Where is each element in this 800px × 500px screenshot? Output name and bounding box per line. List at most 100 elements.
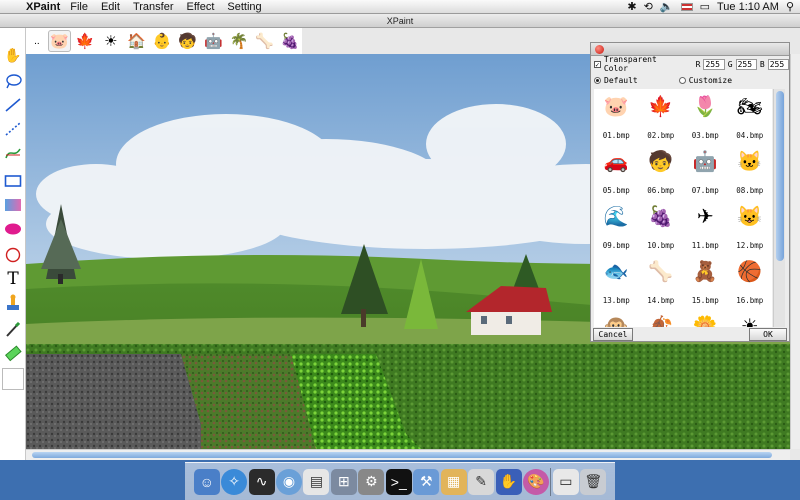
default-label: Default — [604, 75, 638, 85]
stamp-thumbnail-icon: 🐵 — [603, 315, 629, 328]
transparent-color-checkbox[interactable]: ✓ — [594, 60, 601, 68]
stamp-grid-item[interactable]: 🏀 16.bmp — [728, 254, 773, 309]
maple-leaf-stamp-icon[interactable]: 🍁 — [73, 30, 97, 52]
volume-icon[interactable]: 🔈 — [660, 0, 674, 13]
customize-radio[interactable] — [678, 76, 686, 84]
stamp-grid-item[interactable]: 🐷 01.bmp — [594, 89, 639, 144]
bluetooth-icon[interactable]: ✱ — [627, 0, 636, 13]
scroll-thumb[interactable] — [32, 452, 772, 458]
curve-tool-icon[interactable] — [1, 142, 25, 164]
menu-transfer[interactable]: Transfer — [133, 1, 174, 13]
house-stamp-icon[interactable]: 🏠 — [125, 30, 149, 52]
palette-app-icon[interactable]: 🎨 — [522, 468, 549, 495]
stamp-grid-item[interactable]: 🏍 04.bmp — [728, 89, 773, 144]
sun-stamp-icon[interactable]: ☀ — [99, 30, 123, 52]
current-color-swatch[interactable] — [2, 368, 24, 390]
spotlight-icon[interactable]: ⚲ — [786, 0, 794, 13]
g-value-field[interactable]: 255 — [735, 58, 757, 70]
stamp-grid-item[interactable]: 🍂 — [639, 309, 684, 328]
xcode-icon[interactable]: ⚒ — [413, 468, 440, 495]
stamp-grid-item[interactable]: 🍇 10.bmp — [639, 199, 684, 254]
menu-app-name[interactable]: XPaint — [26, 1, 60, 13]
menu-extras: ✱ ⟲ 🔈 ▭ Tue 1:10 AM ⚲ — [627, 0, 800, 14]
rectangle-tool-icon[interactable] — [1, 170, 25, 192]
dock-separator — [550, 467, 552, 496]
input-flag-icon[interactable] — [680, 2, 693, 11]
network-icon[interactable]: ◉ — [276, 468, 303, 495]
xpaint-app-icon[interactable]: ✋ — [495, 468, 522, 495]
stamp-grid-item[interactable]: 🐵 — [594, 309, 639, 328]
stamp-more-button[interactable]: .. — [28, 36, 46, 47]
stamp-thumbnail-icon: 🌷 — [692, 95, 718, 118]
safari-icon[interactable]: ✧ — [221, 468, 248, 495]
stamp-grid-item[interactable]: 🤖 07.bmp — [683, 144, 728, 199]
pen-tool-icon[interactable] — [1, 318, 25, 340]
hand-tool-icon[interactable]: ✋ — [1, 44, 25, 66]
stamp-grid-item[interactable]: 🐱 08.bmp — [728, 144, 773, 199]
panel-close-icon[interactable] — [595, 45, 604, 54]
stamp-grid-item[interactable]: ✈ 11.bmp — [683, 199, 728, 254]
gradient-rect-tool-icon[interactable] — [1, 194, 25, 216]
stamp-grid-item[interactable]: 🧒 06.bmp — [639, 144, 684, 199]
eraser-tool-icon[interactable] — [1, 342, 25, 364]
stamp-thumbnail-icon: 🧸 — [692, 260, 718, 283]
transparent-color-row: ✓ Transparent Color R 255 G 255 B 255 — [591, 55, 790, 73]
ok-button[interactable]: OK — [749, 328, 787, 341]
trash-icon[interactable]: 🗑 — [580, 468, 607, 495]
kid-stamp-icon[interactable]: 🧒 — [176, 30, 200, 52]
circle-tool-icon[interactable] — [1, 244, 25, 266]
menu-edit[interactable]: Edit — [101, 1, 120, 13]
stamp-grid-item[interactable]: 🐟 13.bmp — [594, 254, 639, 309]
menu-clock[interactable]: Tue 1:10 AM — [717, 1, 779, 13]
stamp-grid-scroll-thumb[interactable] — [776, 91, 784, 261]
b-value-field[interactable]: 255 — [767, 58, 790, 70]
lasso-tool-icon[interactable] — [1, 70, 25, 92]
stamp-grid-item[interactable]: 🌊 09.bmp — [594, 199, 639, 254]
canvas-horizontal-scrollbar[interactable] — [26, 449, 790, 460]
app-viewer-icon[interactable]: ▤ — [303, 468, 330, 495]
stamp-grid-scrollbar[interactable] — [773, 89, 785, 327]
customize-label: Customize — [688, 75, 733, 85]
menu-file[interactable]: File — [70, 1, 88, 13]
menu-effect[interactable]: Effect — [186, 1, 214, 13]
stamp-thumbnail-icon: 🐷 — [603, 95, 629, 118]
finder-icon[interactable]: ☺ — [193, 468, 220, 495]
battery-icon[interactable]: ▭ — [700, 0, 710, 13]
ellipse-fill-tool-icon[interactable] — [1, 218, 25, 240]
grapes-stamp-icon[interactable]: 🍇 — [278, 30, 302, 52]
stamp-thumbnail-icon: 🧒 — [648, 150, 674, 173]
dotted-line-tool-icon[interactable] — [1, 118, 25, 140]
transparent-color-label: Transparent Color — [603, 55, 657, 73]
spaces-icon[interactable]: ⊞ — [330, 468, 357, 495]
line-tool-icon[interactable] — [1, 94, 25, 116]
time-machine-icon[interactable]: ⟲ — [644, 0, 653, 13]
activity-monitor-icon[interactable]: ∿ — [248, 468, 275, 495]
stamp-tool-icon[interactable] — [1, 292, 25, 314]
baby-stamp-icon[interactable]: 👶 — [150, 30, 174, 52]
document-stack-icon[interactable]: ▭ — [552, 468, 579, 495]
stamp-grid-item[interactable]: 🌼 — [683, 309, 728, 328]
default-radio[interactable] — [594, 76, 601, 84]
stamp-grid-item[interactable]: 🦴 14.bmp — [639, 254, 684, 309]
stamp-grid-item[interactable]: 😺 12.bmp — [728, 199, 773, 254]
canvas-vertical-scrollbar[interactable] — [790, 54, 800, 449]
cancel-button[interactable]: Cancel — [593, 328, 633, 341]
bone-stamp-icon[interactable]: 🦴 — [253, 30, 277, 52]
pig-head-stamp-icon[interactable]: 🐷 — [47, 30, 72, 52]
stamp-grid-item[interactable]: 🍁 02.bmp — [639, 89, 684, 144]
tool-palette: ✋ T — [0, 28, 26, 460]
stamp-grid-item[interactable]: 🚗 05.bmp — [594, 144, 639, 199]
preferences-icon[interactable]: ⚙ — [358, 468, 385, 495]
xpaint-window: XPaint ✋ T .. 🐷 🍁 ☀ 🏠 👶 🧒 🤖 🌴 🦴 🍇 ✓ Tran… — [0, 14, 800, 460]
palm-tree-stamp-icon[interactable]: 🌴 — [227, 30, 251, 52]
robot-stamp-icon[interactable]: 🤖 — [202, 30, 226, 52]
textedit-icon[interactable]: ✎ — [468, 468, 495, 495]
photo-app-icon[interactable]: ▦ — [440, 468, 467, 495]
stamp-grid-item[interactable]: 🌷 03.bmp — [683, 89, 728, 144]
stamp-grid-item[interactable]: ☀ — [728, 309, 773, 328]
r-value-field[interactable]: 255 — [703, 58, 725, 70]
text-tool-icon[interactable]: T — [1, 268, 25, 290]
stamp-grid-item[interactable]: 🧸 15.bmp — [683, 254, 728, 309]
terminal-icon[interactable]: >_ — [385, 468, 412, 495]
menu-setting[interactable]: Setting — [227, 1, 261, 13]
